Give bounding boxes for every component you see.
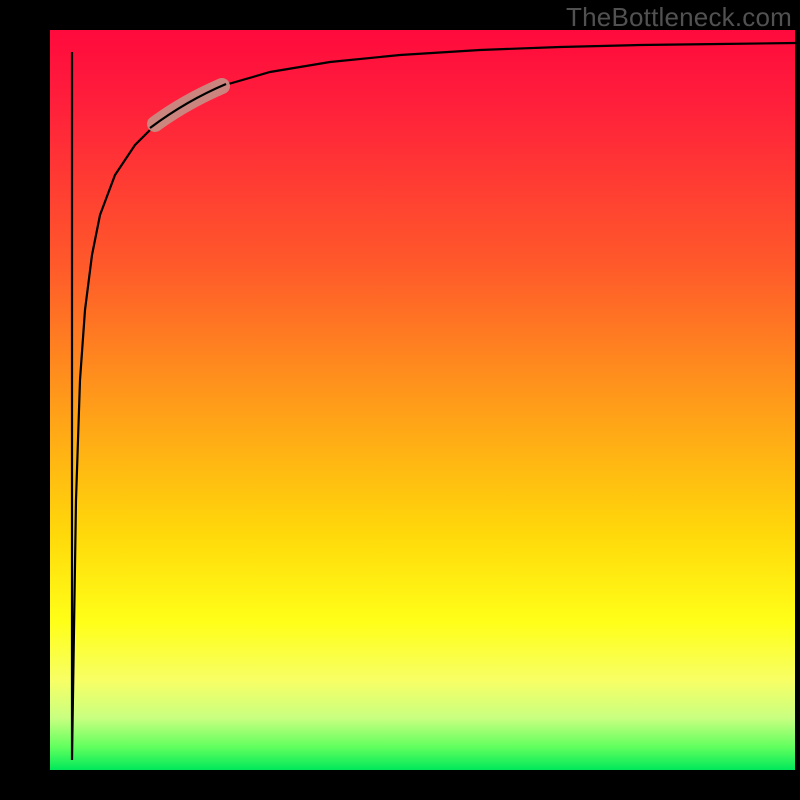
watermark-text: TheBottleneck.com bbox=[566, 2, 792, 33]
chart-stage: TheBottleneck.com bbox=[0, 0, 800, 800]
spike-down bbox=[72, 43, 795, 760]
chart-svg bbox=[0, 0, 800, 800]
